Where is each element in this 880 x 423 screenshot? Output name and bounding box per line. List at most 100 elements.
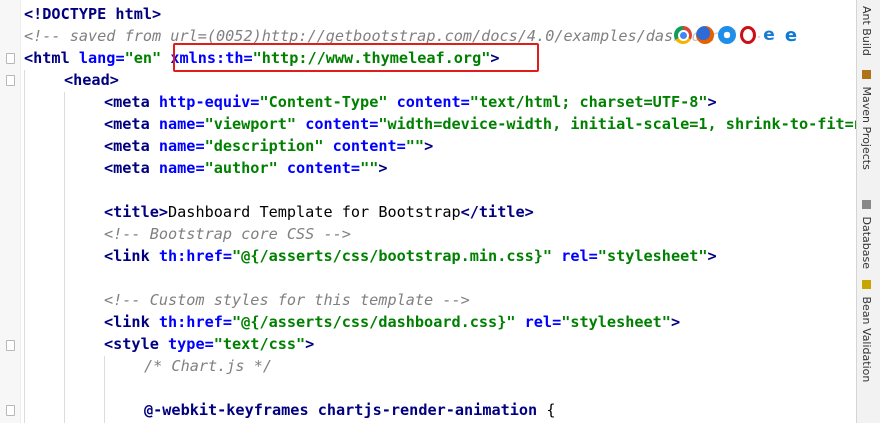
code-line[interactable] bbox=[24, 377, 856, 399]
opera-icon[interactable] bbox=[740, 26, 756, 44]
code-token: th:href= bbox=[158, 313, 233, 331]
code-editor[interactable]: <!DOCTYPE html> <!-- saved from url=(0052… bbox=[0, 0, 856, 423]
fold-marker[interactable] bbox=[6, 405, 15, 416]
code-line[interactable]: <meta name="description" content=""> bbox=[24, 135, 856, 157]
code-line[interactable]: <!-- Custom styles for this template --> bbox=[24, 289, 856, 311]
code-token: "@{/asserts/css/bootstrap.min.css}" bbox=[232, 247, 553, 265]
code-token: content= bbox=[332, 137, 406, 155]
code-line[interactable]: <!-- Bootstrap core CSS --> bbox=[24, 223, 856, 245]
bean-icon bbox=[861, 280, 871, 289]
code-token: "en" bbox=[124, 49, 162, 67]
code-token: rel= bbox=[524, 313, 562, 331]
chrome-icon[interactable] bbox=[674, 26, 692, 44]
code-token: lang= bbox=[78, 49, 125, 67]
tab-ant-build[interactable]: Ant Build bbox=[860, 6, 873, 56]
code-area[interactable]: <!DOCTYPE html> <!-- saved from url=(0052… bbox=[24, 3, 856, 421]
tab-database[interactable]: Database bbox=[860, 200, 873, 269]
editor-gutter bbox=[0, 0, 21, 423]
code-line[interactable]: <head> bbox=[24, 69, 856, 91]
maven-icon bbox=[861, 70, 871, 79]
code-token: @-webkit-keyframes bbox=[144, 401, 318, 419]
right-tool-panel: Ant Build Maven Projects Database Bean V… bbox=[856, 0, 880, 423]
code-token: content= bbox=[286, 159, 361, 177]
code-token: content= bbox=[396, 93, 470, 111]
code-line[interactable]: <title>Dashboard Template for Bootstrap<… bbox=[24, 201, 856, 223]
code-token: > bbox=[378, 159, 388, 177]
tab-label: Ant Build bbox=[860, 6, 873, 56]
tab-label: Database bbox=[860, 216, 873, 270]
fold-marker[interactable] bbox=[6, 340, 15, 351]
code-line[interactable]: <meta http-equiv="Content-Type" content=… bbox=[24, 91, 856, 113]
tab-maven-projects[interactable]: Maven Projects bbox=[860, 70, 873, 170]
tab-bean-validation[interactable]: Bean Validation bbox=[860, 280, 873, 382]
code-token: > bbox=[490, 49, 500, 67]
safari-icon[interactable] bbox=[718, 26, 736, 44]
code-token: th:href= bbox=[158, 247, 233, 265]
code-line[interactable]: /* Chart.js */ bbox=[24, 355, 856, 377]
code-token: <!-- Custom styles for this template --> bbox=[104, 291, 470, 309]
code-token: <link bbox=[104, 247, 159, 265]
code-token: "stylesheet" bbox=[597, 247, 708, 265]
fold-marker[interactable] bbox=[6, 53, 15, 64]
code-token: <!DOCTYPE html> bbox=[24, 5, 162, 23]
code-token: > bbox=[305, 335, 315, 353]
code-token: "text/html; charset=UTF-8" bbox=[469, 93, 708, 111]
code-token: "" bbox=[360, 159, 379, 177]
code-token: "Content-Type" bbox=[259, 93, 388, 111]
code-token: { bbox=[537, 401, 556, 419]
code-token: > bbox=[707, 247, 717, 265]
database-icon bbox=[861, 200, 871, 209]
ie-icon[interactable]: e bbox=[760, 25, 778, 45]
code-line[interactable] bbox=[24, 179, 856, 201]
edge-icon[interactable]: e bbox=[782, 25, 800, 46]
code-token: Dashboard Template for Bootstrap bbox=[168, 203, 461, 221]
code-token: chartjs-render-animation bbox=[317, 401, 538, 419]
code-token: <!-- saved from url=(0052)http://getboot… bbox=[24, 27, 774, 45]
code-token: "description" bbox=[204, 137, 324, 155]
code-token: xmlns:th= bbox=[170, 49, 253, 67]
fold-marker[interactable] bbox=[6, 75, 15, 86]
code-token: type= bbox=[168, 335, 214, 353]
code-line[interactable]: <link th:href="@{/asserts/css/bootstrap.… bbox=[24, 245, 856, 267]
code-token: http-equiv= bbox=[158, 93, 260, 111]
code-line[interactable]: <link th:href="@{/asserts/css/dashboard.… bbox=[24, 311, 856, 333]
tab-label: Maven Projects bbox=[860, 86, 873, 170]
browser-preview-icons: e e bbox=[672, 24, 802, 46]
code-line[interactable]: <html lang="en" xmlns:th="http://www.thy… bbox=[24, 47, 856, 69]
code-line[interactable]: <meta name="author" content=""> bbox=[24, 157, 856, 179]
code-token: </title> bbox=[460, 203, 534, 221]
code-token: <title> bbox=[104, 203, 169, 221]
code-line[interactable]: @-webkit-keyframes chartjs-render-animat… bbox=[24, 399, 856, 421]
code-token: rel= bbox=[561, 247, 598, 265]
code-token: <meta bbox=[104, 137, 159, 155]
code-token: "" bbox=[405, 137, 425, 155]
code-token: "author" bbox=[204, 159, 278, 177]
code-token: > bbox=[707, 93, 717, 111]
firefox-icon[interactable] bbox=[696, 26, 714, 44]
code-token: /* Chart.js */ bbox=[144, 357, 273, 375]
code-token: <meta bbox=[104, 159, 159, 177]
code-line[interactable]: <meta name="viewport" content="width=dev… bbox=[24, 113, 856, 135]
code-token: <meta bbox=[104, 115, 159, 133]
code-token: <link bbox=[104, 313, 159, 331]
code-token: > bbox=[424, 137, 434, 155]
code-token: > bbox=[670, 313, 681, 331]
code-token: <head> bbox=[64, 71, 119, 89]
code-line[interactable]: <style type="text/css"> bbox=[24, 333, 856, 355]
code-line[interactable] bbox=[24, 267, 856, 289]
code-token: <!-- Bootstrap core CSS --> bbox=[104, 225, 351, 243]
code-token: "viewport" bbox=[204, 115, 297, 133]
code-token: "width=device-width, initial-scale=1, sh… bbox=[378, 115, 856, 133]
code-token: <meta bbox=[104, 93, 159, 111]
code-token: "http://www.thymeleaf.org" bbox=[252, 49, 491, 67]
code-token: name= bbox=[158, 159, 205, 177]
code-token: "@{/asserts/css/dashboard.css}" bbox=[232, 313, 516, 331]
code-line[interactable]: <!DOCTYPE html> bbox=[24, 3, 856, 25]
